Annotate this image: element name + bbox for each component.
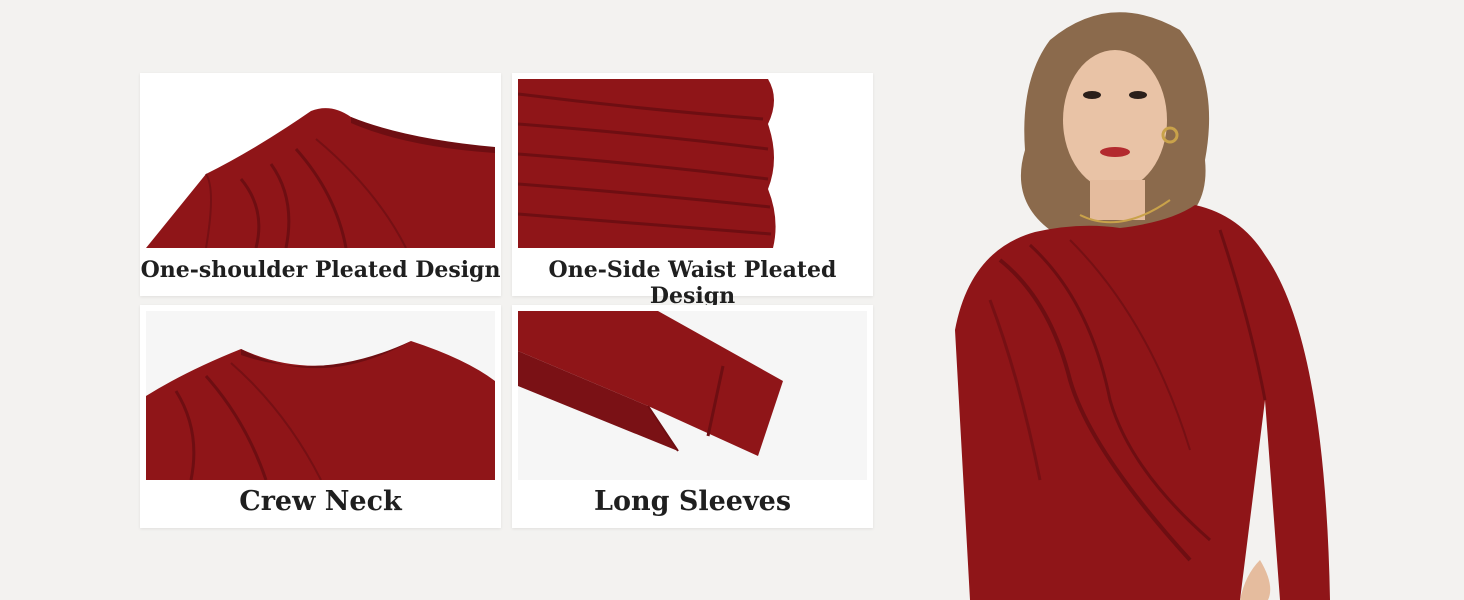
feature-card-crew-neck: Crew Neck [140,305,501,528]
sleeve-cuff-image [518,311,867,480]
feature-card-shoulder-pleat: One-shoulder Pleated Design [140,73,501,296]
feature-card-long-sleeves: Long Sleeves [512,305,873,528]
feature-card-waist-pleat: One-Side Waist Pleated Design [512,73,873,309]
feature-caption: Crew Neck [239,486,402,517]
feature-caption: One-Side Waist Pleated Design [548,257,837,309]
waist-pleat-image [518,79,867,248]
model-image [930,0,1350,600]
shoulder-pleat-image [146,79,495,248]
crew-neck-image [146,311,495,480]
feature-caption: Long Sleeves [593,486,792,517]
feature-caption: One-shoulder Pleated Design [140,257,501,283]
